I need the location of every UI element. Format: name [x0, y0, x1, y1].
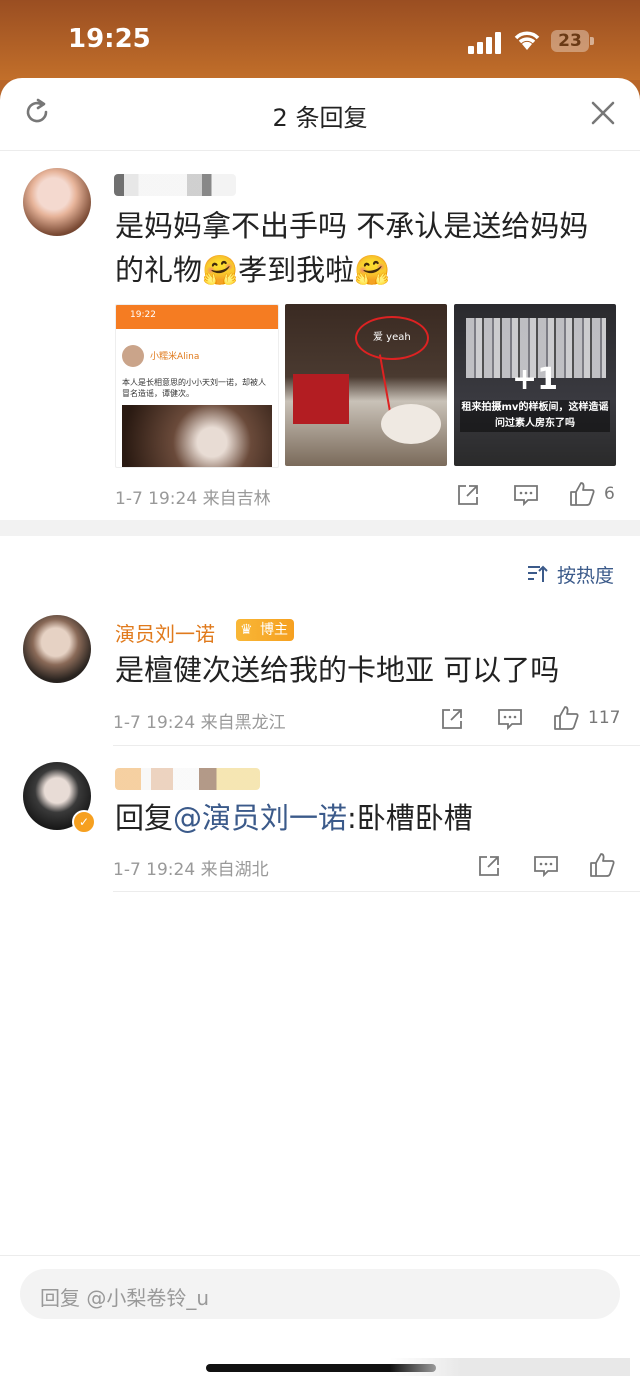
image-caption: 租来拍摄mv的样板间，这样造谣问过素人房东了吗	[460, 400, 610, 432]
image-plus-count: +1	[511, 362, 558, 397]
blogger-badge: ♛ 博主	[236, 619, 294, 641]
avatar[interactable]	[23, 615, 91, 683]
image-phone-time: 19:22	[130, 310, 156, 320]
row-divider	[113, 891, 640, 892]
root-comment-text: 是妈妈拿不出手吗 不承认是送给妈妈的礼物🤗孝到我啦🤗	[115, 209, 589, 287]
comment-date: 1-7 19:24 来自吉林	[115, 484, 271, 509]
comment-icon[interactable]	[513, 483, 539, 507]
wifi-icon	[514, 31, 540, 50]
mention-link[interactable]: @演员刘一诺	[173, 801, 347, 835]
sort-label: 按热度	[557, 565, 615, 587]
watermark-blur	[390, 1358, 630, 1376]
replies-sheet: 2 条回复 是妈妈拿不出手吗 不承认是送给妈妈的礼物🤗孝到我啦🤗 19:22 小…	[0, 78, 640, 1385]
input-bar-divider	[0, 1255, 640, 1256]
comment-image-2[interactable]: 爱 yeah	[285, 304, 447, 466]
battery-tip	[590, 37, 594, 45]
username-blurred[interactable]	[114, 174, 236, 196]
comment-icon[interactable]	[497, 707, 523, 731]
sort-icon	[528, 565, 548, 582]
date-text: 1-7 19:24	[113, 713, 196, 733]
image-account-name: 小糯米Alina	[150, 352, 200, 362]
status-bar: 19:25 23	[0, 0, 640, 80]
reply-input[interactable]: 回复 @小梨卷铃_u	[20, 1269, 620, 1319]
badge-label: 博主	[260, 622, 288, 638]
share-icon[interactable]	[477, 854, 501, 878]
location-text: 来自湖北	[200, 860, 269, 880]
comment-image-3[interactable]: +1 租来拍摄mv的样板间，这样造谣问过素人房东了吗	[454, 304, 616, 466]
sheet-title: 2 条回复	[272, 104, 368, 132]
share-icon[interactable]	[440, 707, 464, 731]
like-icon[interactable]	[589, 852, 615, 878]
location-text: 来自吉林	[202, 489, 271, 509]
crown-icon: ♛	[240, 622, 253, 638]
comment-image-1[interactable]: 19:22 小糯米Alina 本人是长相意思的小小天刘一诺，却被人冒名造谣，谭健…	[115, 304, 279, 468]
username-blurred[interactable]	[115, 768, 260, 790]
share-icon[interactable]	[456, 483, 480, 507]
reply-input-placeholder: 回复 @小梨卷铃_u	[40, 1286, 210, 1310]
image-post-text: 本人是长相意思的小小天刘一诺，却被人冒名造谣，谭健次。	[122, 378, 266, 398]
reply-meta: 1-7 19:24 来自湖北	[113, 855, 269, 880]
avatar[interactable]	[23, 168, 91, 236]
section-divider	[0, 520, 640, 536]
date-text: 1-7 19:24	[115, 489, 198, 509]
sheet-header: 2 条回复	[0, 78, 640, 151]
status-time: 19:25	[68, 24, 151, 54]
like-count: 6	[604, 484, 615, 504]
reply-text: 是檀健次送给我的卡地亚 可以了吗	[115, 653, 560, 687]
comment-icon[interactable]	[533, 854, 559, 878]
like-count: 117	[588, 708, 621, 728]
cellular-signal-icon	[468, 30, 504, 54]
reply-meta: 1-7 19:24 来自黑龙江	[113, 708, 286, 733]
image-handwritten-text: 爱 yeah	[373, 332, 411, 343]
reply-body: :卧槽卧槽	[347, 801, 473, 835]
reply-author[interactable]: 演员刘一诺	[115, 618, 215, 647]
location-text: 来自黑龙江	[200, 713, 286, 733]
reply-prefix: 回复	[115, 801, 174, 835]
battery-icon: 23	[551, 30, 589, 52]
verified-badge-icon: ✓	[72, 810, 96, 834]
reply-text: 回复@演员刘一诺:卧槽卧槽	[115, 796, 615, 840]
row-divider	[113, 745, 640, 746]
like-icon[interactable]	[569, 481, 595, 507]
like-icon[interactable]	[553, 705, 579, 731]
close-icon[interactable]	[590, 100, 616, 126]
date-text: 1-7 19:24	[113, 860, 196, 880]
